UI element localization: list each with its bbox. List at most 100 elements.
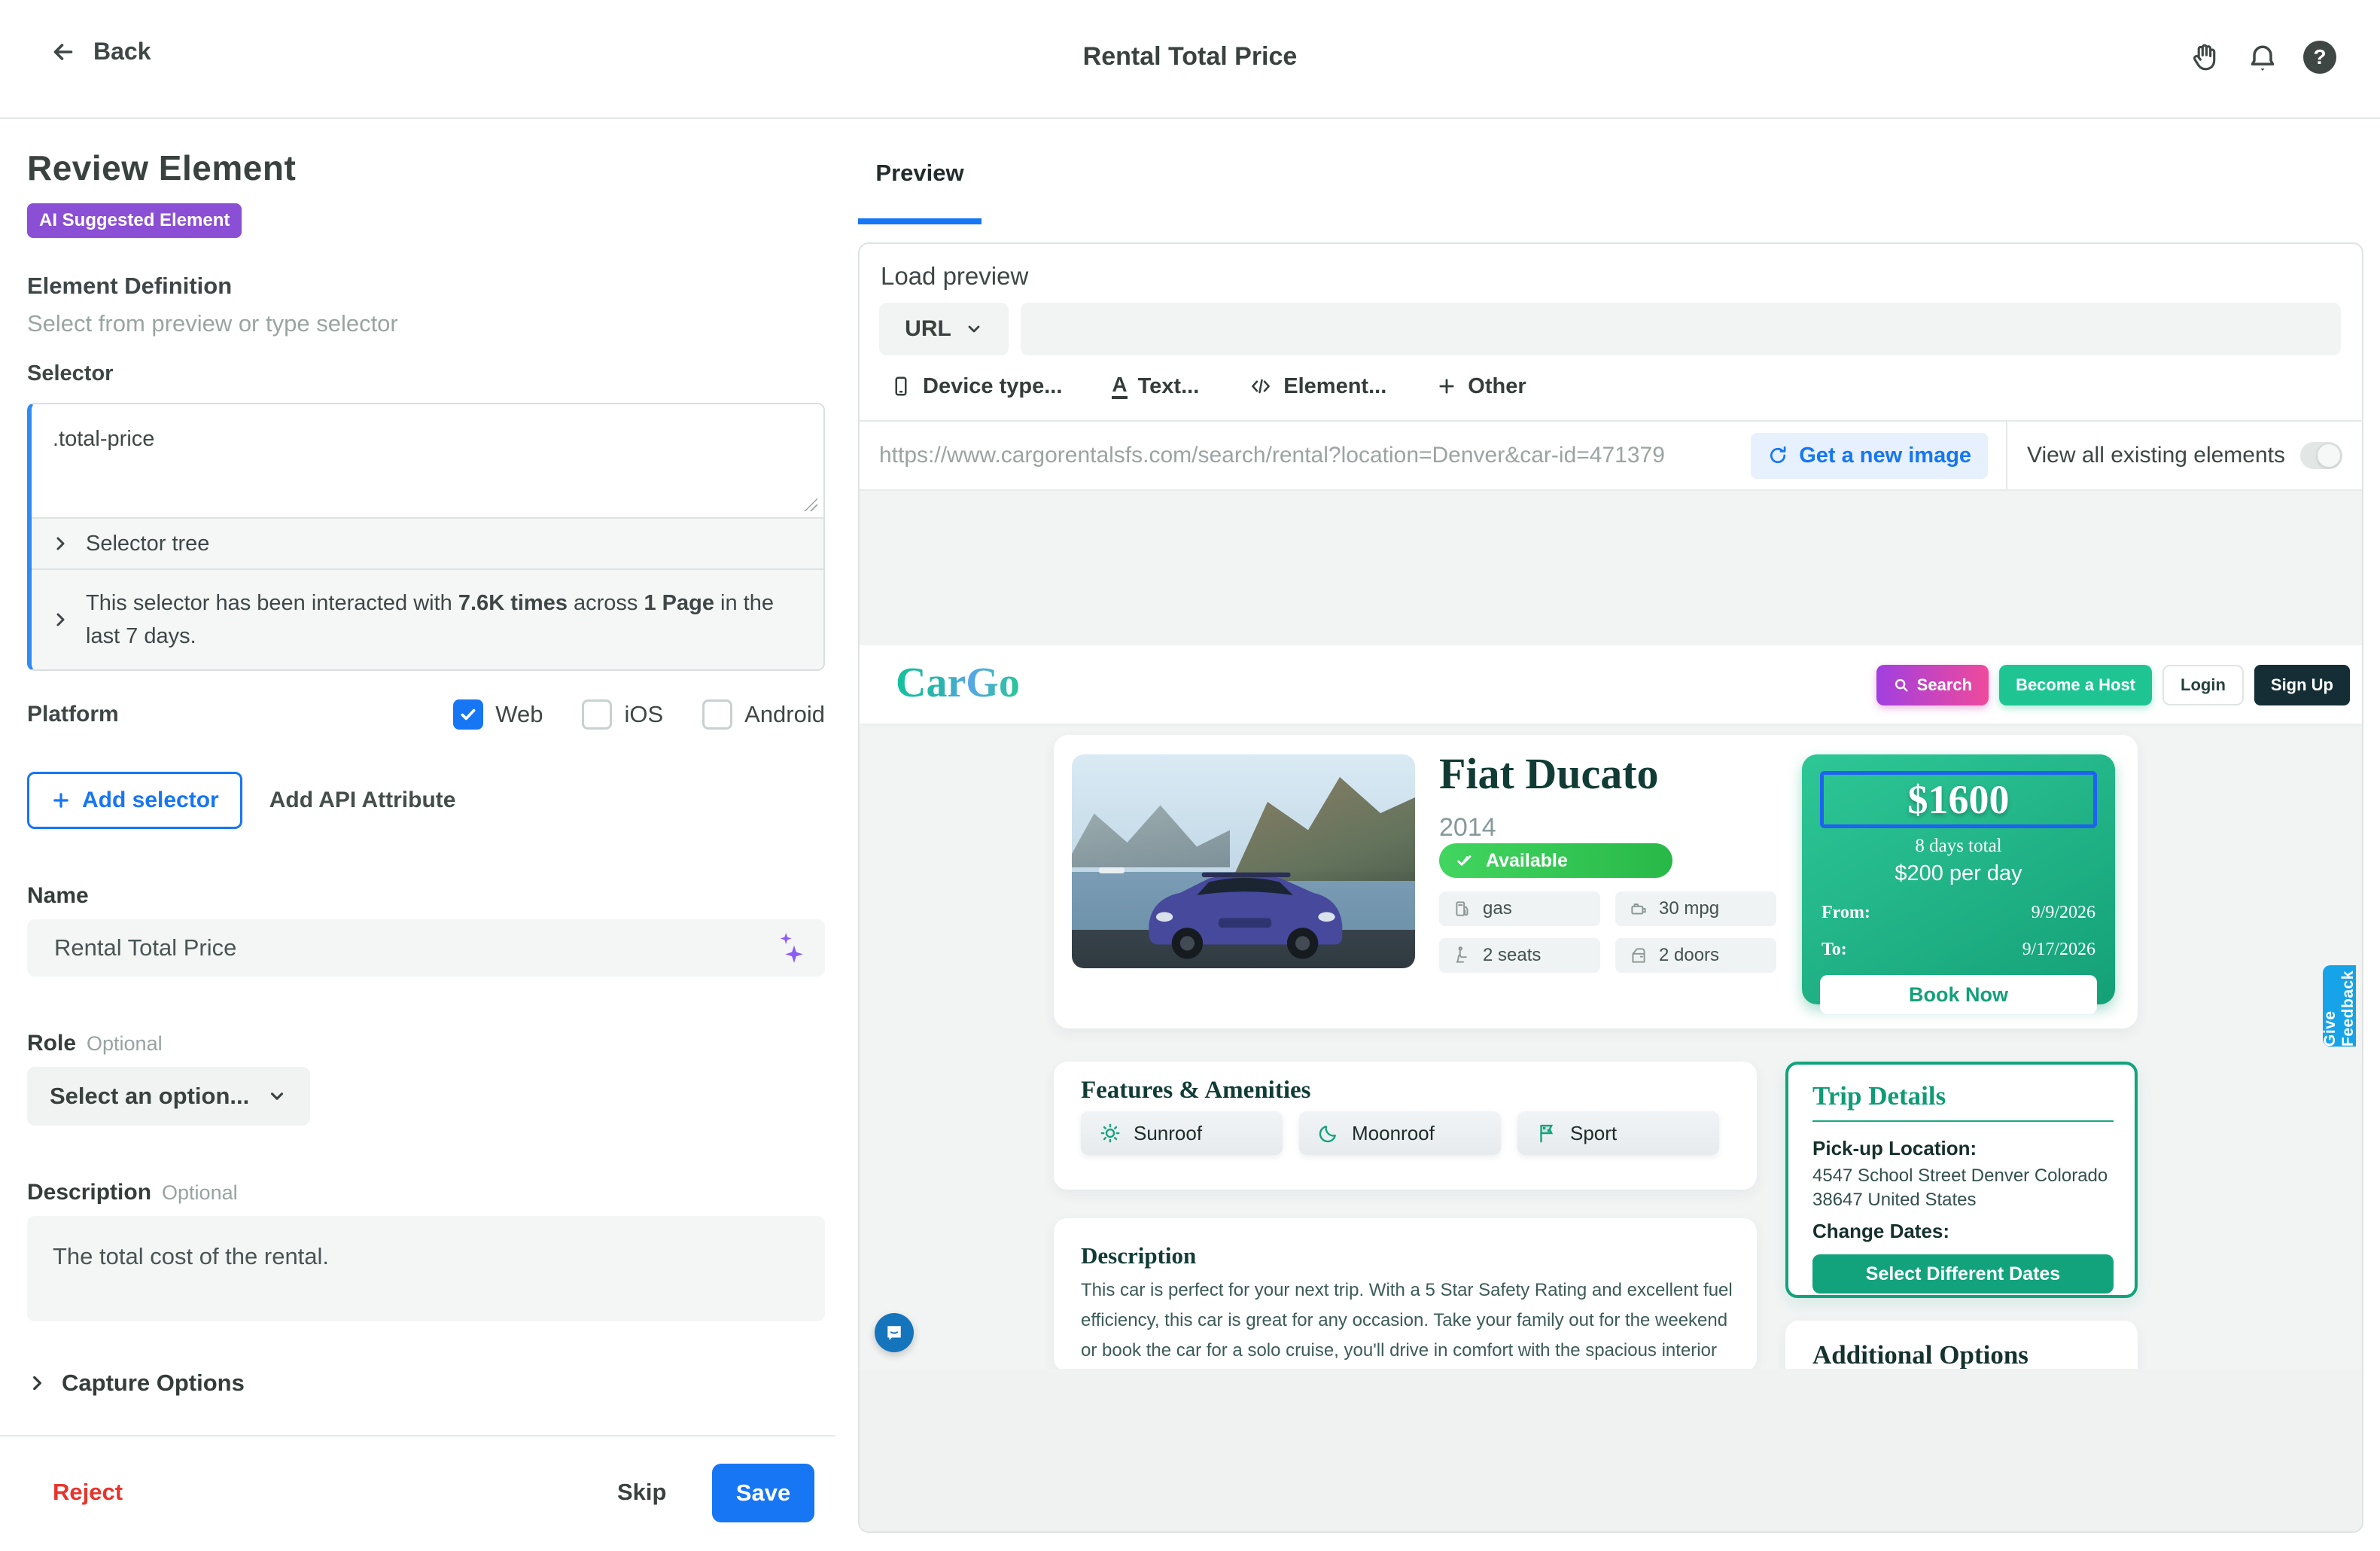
element-definition-label: Element Definition (27, 273, 825, 300)
divider (1812, 1120, 2114, 1122)
login-button[interactable]: Login (2162, 665, 2244, 705)
give-feedback-tab[interactable]: Give Feedback (2323, 965, 2356, 1047)
panel-title: Review Element (27, 148, 825, 188)
chevron-right-icon (51, 535, 69, 553)
chat-bubble-button[interactable] (875, 1313, 914, 1352)
ai-sparkles-icon[interactable] (775, 931, 805, 964)
features-card: Features & Amenities Sunroof Moonroof Sp… (1054, 1062, 1757, 1190)
become-host-button[interactable]: Become a Host (1999, 665, 2152, 705)
tab-active-underline (858, 218, 982, 224)
days-total: 8 days total (1802, 836, 2115, 857)
fuel-icon (1453, 899, 1472, 919)
role-optional-label: Optional (87, 1032, 163, 1055)
get-new-image-button[interactable]: Get a new image (1751, 433, 1988, 479)
to-label: To: (1822, 940, 1847, 960)
selected-element-highlight[interactable]: $1600 (1820, 771, 2097, 828)
mpg-icon (1629, 899, 1648, 919)
book-now-button[interactable]: Book Now (1820, 975, 2097, 1014)
spec-gas: gas (1439, 891, 1600, 926)
name-label: Name (27, 883, 825, 909)
features-title: Features & Amenities (1081, 1077, 1311, 1105)
selector-label: Selector (27, 361, 825, 386)
add-api-attribute-button[interactable]: Add API Attribute (269, 788, 456, 813)
car-listing-card: Fiat Ducato 2014 Available gas 30 mpg 2 … (1054, 735, 2138, 1028)
preview-panel: Load preview URL Device type... A Text..… (858, 242, 2363, 1533)
device-icon (890, 375, 912, 398)
url-type-select[interactable]: URL (879, 303, 1009, 355)
preview-url-bar: https://www.cargorentalsfs.com/search/re… (860, 420, 2362, 491)
checkbox-checked-icon (453, 699, 483, 730)
refresh-icon (1767, 445, 1788, 466)
selector-usage-text: This selector has been interacted with 7… (86, 587, 804, 653)
plus-icon (50, 790, 72, 811)
resize-handle-icon[interactable] (804, 498, 817, 511)
review-footer: Reject Skip Save (0, 1435, 835, 1551)
name-field-wrap (27, 919, 825, 977)
add-selector-button[interactable]: Add selector (27, 772, 242, 829)
flag-icon (1535, 1122, 1558, 1144)
moon-icon (1317, 1122, 1340, 1144)
selector-tree-expander[interactable]: Selector tree (32, 517, 823, 568)
platform-web-checkbox[interactable]: Web (453, 699, 543, 730)
total-price: $1600 (1908, 776, 2010, 823)
plus-icon (1436, 376, 1457, 397)
checkbox-icon (582, 699, 612, 730)
filter-text[interactable]: A Text... (1112, 373, 1199, 399)
platform-android-checkbox[interactable]: Android (702, 699, 825, 730)
spec-doors: 2 doors (1615, 938, 1776, 973)
tab-preview[interactable]: Preview (858, 160, 982, 224)
page-title: Rental Total Price (0, 42, 2380, 72)
name-field[interactable] (53, 934, 775, 962)
door-icon (1629, 946, 1648, 965)
feature-sport: Sport (1517, 1111, 1719, 1155)
chevron-right-icon (27, 1373, 47, 1393)
trip-details-title: Trip Details (1812, 1081, 1946, 1111)
preview-canvas-footer (860, 1369, 2362, 1531)
view-all-elements-label: View all existing elements (2027, 443, 2285, 468)
selector-input[interactable]: .total-price (32, 404, 823, 517)
spec-mpg: 30 mpg (1615, 891, 1776, 926)
select-different-dates-button[interactable]: Select Different Dates (1812, 1254, 2114, 1294)
text-icon: A (1112, 373, 1127, 399)
filter-device-type[interactable]: Device type... (890, 374, 1062, 399)
description-label: DescriptionOptional (27, 1180, 825, 1205)
reject-button[interactable]: Reject (53, 1479, 123, 1506)
skip-button[interactable]: Skip (617, 1479, 666, 1506)
chevron-right-icon (51, 611, 69, 629)
element-definition-hint: Select from preview or type selector (27, 310, 825, 337)
role-select[interactable]: Select an option... (27, 1067, 310, 1126)
site-description-card: Description This car is perfect for your… (1054, 1218, 1757, 1372)
feature-moonroof: Moonroof (1299, 1111, 1501, 1155)
selector-tree-label: Selector tree (86, 532, 209, 556)
site-search-button[interactable]: Search (1876, 665, 1989, 705)
selector-group: .total-price Selector tree This selector… (27, 403, 825, 671)
page-url: https://www.cargorentalsfs.com/search/re… (879, 443, 1751, 468)
description-field[interactable]: The total cost of the rental. (27, 1216, 825, 1321)
spec-seats: 2 seats (1439, 938, 1600, 973)
selector-usage-expander[interactable]: This selector has been interacted with 7… (32, 568, 823, 669)
save-button[interactable]: Save (712, 1464, 814, 1522)
load-preview-label: Load preview (881, 262, 1028, 291)
check-icon (1456, 851, 1475, 870)
ai-suggested-badge: AI Suggested Element (27, 203, 242, 238)
platform-ios-checkbox[interactable]: iOS (582, 699, 663, 730)
help-icon[interactable]: ? (2302, 39, 2338, 75)
hand-cursor-icon[interactable] (2187, 39, 2223, 75)
checkbox-icon (702, 699, 732, 730)
availability-badge: Available (1439, 843, 1672, 878)
platform-label: Platform (27, 702, 414, 727)
capture-options-expander[interactable]: Capture Options (27, 1370, 825, 1397)
filter-other[interactable]: Other (1436, 374, 1526, 399)
filter-element[interactable]: Element... (1249, 374, 1386, 399)
preview-canvas: CarGo Search Become a Host Login Sign Up (860, 491, 2362, 1531)
preview-url-input[interactable] (1021, 303, 2341, 355)
view-all-elements-toggle[interactable] (2300, 442, 2342, 469)
sun-icon (1099, 1122, 1122, 1144)
signup-button[interactable]: Sign Up (2254, 665, 2350, 705)
notifications-bell-icon[interactable] (2245, 39, 2281, 75)
car-photo (1072, 754, 1415, 968)
cargo-logo[interactable]: CarGo (896, 659, 1020, 707)
site-description-title: Description (1081, 1242, 1196, 1269)
to-date: 9/17/2026 (2022, 940, 2095, 960)
search-icon (1893, 677, 1910, 693)
